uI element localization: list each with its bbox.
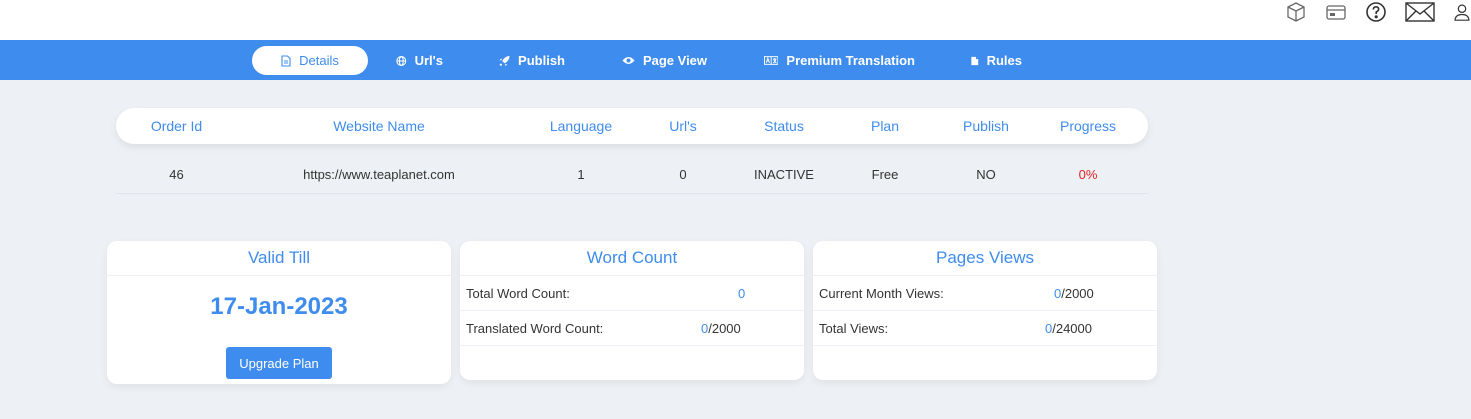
cell-status: INACTIVE <box>754 167 814 182</box>
column-urls: Url's <box>669 118 697 134</box>
column-status: Status <box>764 118 804 134</box>
file-icon <box>281 54 291 67</box>
globe-icon <box>396 55 407 66</box>
eye-icon <box>622 57 635 64</box>
total-views-row: Total Views: 0/24000 <box>813 311 1157 346</box>
column-progress: Progress <box>1059 118 1117 134</box>
current-month-views-current: 0 <box>1054 285 1062 301</box>
total-views-label: Total Views: <box>819 320 889 336</box>
column-publish: Publish <box>963 118 1009 134</box>
mail-icon[interactable] <box>1405 1 1435 23</box>
header-icon-group <box>1267 0 1471 24</box>
word-count-title: Word Count <box>460 241 804 276</box>
cell-progress: 0% <box>1078 167 1098 182</box>
box-icon[interactable] <box>1285 1 1307 23</box>
current-month-views-value: 0/2000 <box>1054 276 1094 310</box>
tab-page-view[interactable]: Page View <box>621 46 708 75</box>
column-order-id: Order Id <box>150 118 203 134</box>
total-views-limit: /24000 <box>1052 320 1092 336</box>
tab-navigation: Details Url's Publish Page View Premium … <box>0 40 1471 80</box>
credit-card-icon[interactable] <box>1325 1 1347 23</box>
tab-premium-translation[interactable]: Premium Translation <box>764 46 915 75</box>
translated-word-count-limit: /2000 <box>708 320 741 336</box>
top-header <box>0 0 1471 40</box>
total-word-count-label: Total Word Count: <box>466 285 570 301</box>
translated-word-count-current: 0 <box>701 320 709 336</box>
translated-word-count-row: Translated Word Count: 0/2000 <box>460 311 804 346</box>
cell-order-id: 46 <box>169 167 184 182</box>
cell-publish: NO <box>976 167 996 182</box>
tab-publish[interactable]: Publish <box>499 46 565 75</box>
current-month-views-row: Current Month Views: 0/2000 <box>813 276 1157 311</box>
tab-premium-translation-label: Premium Translation <box>786 53 915 68</box>
translated-word-count-label: Translated Word Count: <box>466 320 604 336</box>
total-views-current: 0 <box>1045 320 1053 336</box>
page-views-card: Pages Views Current Month Views: 0/2000 … <box>813 241 1157 380</box>
valid-till-card: Valid Till 17-Jan-2023 Upgrade Plan <box>107 241 451 384</box>
document-icon <box>971 56 979 65</box>
help-icon[interactable] <box>1365 1 1387 23</box>
column-plan: Plan <box>870 118 900 134</box>
tab-details-label: Details <box>299 53 339 68</box>
column-language: Language <box>549 118 613 134</box>
translate-icon <box>764 56 779 65</box>
cell-website-name: https://www.teaplanet.com <box>303 167 455 182</box>
user-icon[interactable] <box>1453 1 1471 23</box>
tab-publish-label: Publish <box>518 53 565 68</box>
rocket-icon <box>499 55 510 66</box>
tab-details[interactable]: Details <box>252 46 368 75</box>
column-website-name: Website Name <box>333 118 425 134</box>
tab-page-view-label: Page View <box>642 53 708 68</box>
valid-till-date: 17-Jan-2023 <box>210 293 348 320</box>
cell-plan: Free <box>871 167 899 182</box>
cell-urls: 0 <box>679 167 687 182</box>
tab-rules[interactable]: Rules <box>971 46 1022 75</box>
current-month-views-label: Current Month Views: <box>819 285 944 301</box>
tab-rules-label: Rules <box>986 53 1022 68</box>
word-count-card: Word Count Total Word Count: 0 Translate… <box>460 241 804 380</box>
total-word-count-row: Total Word Count: 0 <box>460 276 804 311</box>
orders-table-header: Order Id Website Name Language Url's Sta… <box>116 108 1148 144</box>
total-word-count-value: 0 <box>738 285 746 301</box>
current-month-views-limit: /2000 <box>1061 285 1094 301</box>
cell-language: 1 <box>577 167 585 182</box>
upgrade-plan-button[interactable]: Upgrade Plan <box>226 347 332 379</box>
total-views-value: 0/24000 <box>1045 311 1092 345</box>
page-views-title: Pages Views <box>813 241 1157 276</box>
valid-till-title: Valid Till <box>107 241 451 276</box>
tab-urls[interactable]: Url's <box>396 46 443 75</box>
table-row[interactable]: 46 https://www.teaplanet.com 1 0 INACTIV… <box>116 156 1148 194</box>
tab-urls-label: Url's <box>414 53 443 68</box>
translated-word-count-value: 0/2000 <box>701 311 741 345</box>
